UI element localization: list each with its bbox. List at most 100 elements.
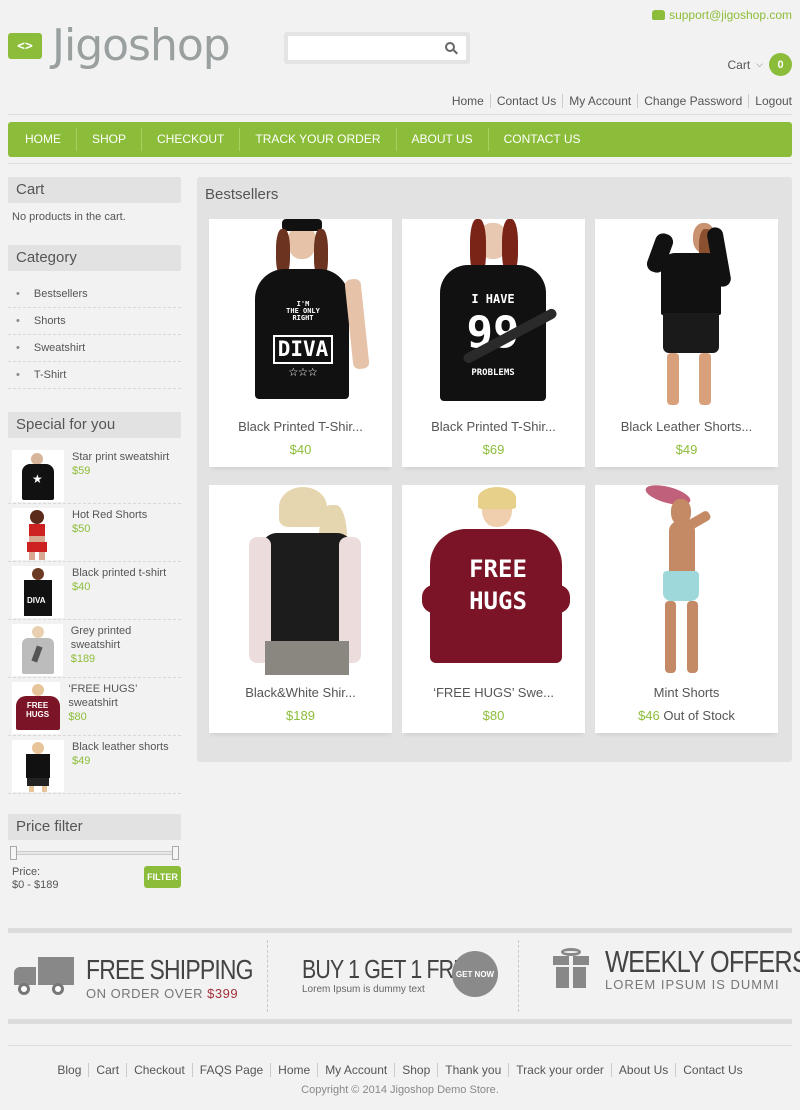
footer-link-shop[interactable]: Shop — [394, 1063, 437, 1077]
product-name[interactable]: Black Printed T-Shir... — [209, 419, 392, 434]
special-name[interactable]: Black printed t-shirt — [72, 566, 166, 580]
logo-icon: <> — [8, 33, 42, 59]
product-image[interactable]: I'M THE ONLY RIGHT DIVA ☆☆☆ — [209, 219, 392, 409]
product-name[interactable]: Mint Shorts — [595, 685, 778, 700]
nav-track-order[interactable]: TRACK YOUR ORDER — [240, 128, 397, 151]
product-price: $189 — [286, 708, 315, 723]
special-price: $49 — [72, 755, 91, 767]
special-name[interactable]: Star print sweatshirt — [72, 450, 169, 464]
category-item-sweatshirt[interactable]: • Sweatshirt — [8, 335, 181, 362]
footer-link-checkout[interactable]: Checkout — [126, 1063, 192, 1077]
search-icon[interactable] — [445, 42, 458, 55]
footer-link-contact-us[interactable]: Contact Us — [675, 1063, 749, 1077]
footer-link-blog[interactable]: Blog — [50, 1063, 88, 1077]
special-item[interactable]: Hot Red Shorts $50 — [8, 504, 181, 562]
promo-free-shipping[interactable]: FREE SHIPPING ON ORDER OVER $399 — [8, 940, 268, 1012]
special-name[interactable]: Hot Red Shorts — [72, 508, 147, 522]
product-name[interactable]: ‘FREE HUGS’ Swe... — [402, 685, 585, 700]
footer-link-thank-you[interactable]: Thank you — [437, 1063, 508, 1077]
nav-contact-us[interactable]: CONTACT US — [489, 128, 596, 151]
special-item[interactable]: DIVA Black printed t-shirt $40 — [8, 562, 181, 620]
cart-label[interactable]: Cart — [728, 58, 751, 72]
product-name[interactable]: Black&White Shir... — [209, 685, 392, 700]
price-label: Price: — [12, 866, 41, 878]
footer-link-home[interactable]: Home — [270, 1063, 317, 1077]
special-name[interactable]: ‘FREE HUGS’ sweatshirt — [68, 682, 181, 710]
special-item[interactable]: Grey printed sweatshirt $189 — [8, 620, 181, 678]
price-slider-min-handle[interactable] — [10, 846, 17, 860]
nav-home[interactable]: HOME — [10, 128, 77, 151]
filter-button[interactable]: FILTER — [144, 866, 181, 888]
special-item[interactable]: FREE HUGS ‘FREE HUGS’ sweatshirt $80 — [8, 678, 181, 736]
promo-strip: FREE SHIPPING ON ORDER OVER $399 BUY 1 G… — [8, 940, 800, 1012]
product-name[interactable]: Black Leather Shorts... — [595, 419, 778, 434]
product-thumbnail[interactable]: ★ — [12, 450, 64, 502]
footer-link-my-account[interactable]: My Account — [317, 1063, 394, 1077]
top-link-home[interactable]: Home — [446, 94, 490, 108]
category-item-bestsellers[interactable]: • Bestsellers — [8, 281, 181, 308]
category-item-shorts[interactable]: • Shorts — [8, 308, 181, 335]
special-item[interactable]: ★ Star print sweatshirt $59 — [8, 446, 181, 504]
truck-icon — [14, 957, 74, 997]
promo-subtitle: LOREM IPSUM IS DUMMI — [605, 977, 780, 992]
product-name[interactable]: Black Printed T-Shir... — [402, 419, 585, 434]
product-thumbnail[interactable]: DIVA — [12, 566, 64, 618]
phone-icon — [652, 10, 666, 20]
product-card[interactable]: FREE HUGS ‘FREE HUGS’ Swe... $80 — [402, 485, 585, 733]
specials-widget: Special for you ★ Star print sweatshirt … — [8, 412, 181, 794]
product-image[interactable] — [595, 219, 778, 409]
special-name[interactable]: Black leather shorts — [72, 740, 169, 754]
product-thumbnail[interactable] — [12, 508, 64, 560]
header-cart[interactable]: Cart ⌵ 0 — [728, 53, 792, 76]
cart-count-badge: 0 — [769, 53, 792, 76]
top-link-logout[interactable]: Logout — [748, 94, 792, 108]
support-email-text[interactable]: support@jigoshop.com — [669, 8, 792, 22]
footer-link-cart[interactable]: Cart — [88, 1063, 126, 1077]
footer-link-about-us[interactable]: About Us — [610, 1063, 675, 1077]
footer-link-track-order[interactable]: Track your order — [508, 1063, 611, 1077]
gift-icon — [553, 948, 589, 988]
product-image[interactable] — [595, 485, 778, 675]
footer-link-faqs[interactable]: FAQS Page — [191, 1063, 270, 1077]
product-thumbnail[interactable] — [12, 624, 63, 676]
product-card[interactable]: Black&White Shir... $189 — [209, 485, 392, 733]
product-image[interactable]: FREE HUGS — [402, 485, 585, 675]
get-now-badge[interactable]: GET NOW — [454, 953, 496, 995]
support-email[interactable]: support@jigoshop.com — [652, 8, 792, 22]
nav-shop[interactable]: SHOP — [77, 128, 143, 151]
promo-bogo[interactable]: BUY 1 GET 1 FREE Lorem Ipsum is dummy te… — [268, 940, 519, 1012]
main-nav: HOME SHOP CHECKOUT TRACK YOUR ORDER ABOU… — [8, 122, 792, 157]
search-input[interactable] — [288, 36, 466, 60]
sidebar: Cart No products in the cart. Category •… — [8, 177, 181, 892]
promo-title: WEEKLY OFFERS — [605, 944, 800, 979]
promo-divider — [8, 928, 792, 933]
price-slider[interactable] — [8, 846, 181, 860]
logo[interactable]: <> Jigoshop — [8, 20, 231, 71]
product-image[interactable]: I HAVE 99 PROBLEMS — [402, 219, 585, 409]
special-price: $50 — [72, 523, 91, 535]
top-link-contact-us[interactable]: Contact Us — [489, 94, 562, 108]
product-card[interactable]: I'M THE ONLY RIGHT DIVA ☆☆☆ Black Printe… — [209, 219, 392, 467]
special-name[interactable]: Grey printed sweatshirt — [71, 624, 181, 652]
price-slider-max-handle[interactable] — [172, 846, 179, 860]
product-thumbnail[interactable]: FREE HUGS — [12, 682, 61, 734]
top-link-my-account[interactable]: My Account — [562, 94, 637, 108]
product-thumbnail[interactable] — [12, 740, 64, 792]
product-card[interactable]: Mint Shorts $46 Out of Stock — [595, 485, 778, 733]
promo-divider — [8, 1019, 792, 1024]
special-item[interactable]: Black leather shorts $49 — [8, 736, 181, 794]
price-filter-title: Price filter — [8, 814, 181, 840]
special-price: $59 — [72, 465, 91, 477]
top-links: Home Contact Us My Account Change Passwo… — [446, 94, 792, 108]
logo-text: Jigoshop — [52, 20, 231, 71]
nav-about-us[interactable]: ABOUT US — [397, 128, 489, 151]
nav-checkout[interactable]: CHECKOUT — [142, 128, 241, 151]
promo-weekly-offers[interactable]: WEEKLY OFFERS LOREM IPSUM IS DUMMI — [519, 940, 800, 1012]
product-card[interactable]: Black Leather Shorts... $49 — [595, 219, 778, 467]
category-item-tshirt[interactable]: • T-Shirt — [8, 362, 181, 389]
top-link-change-password[interactable]: Change Password — [637, 94, 748, 108]
product-card[interactable]: I HAVE 99 PROBLEMS Black Printed T-Shir.… — [402, 219, 585, 467]
product-image[interactable] — [209, 485, 392, 675]
product-price: $49 — [675, 442, 698, 457]
promo-title: BUY 1 GET 1 FREE — [302, 954, 481, 984]
